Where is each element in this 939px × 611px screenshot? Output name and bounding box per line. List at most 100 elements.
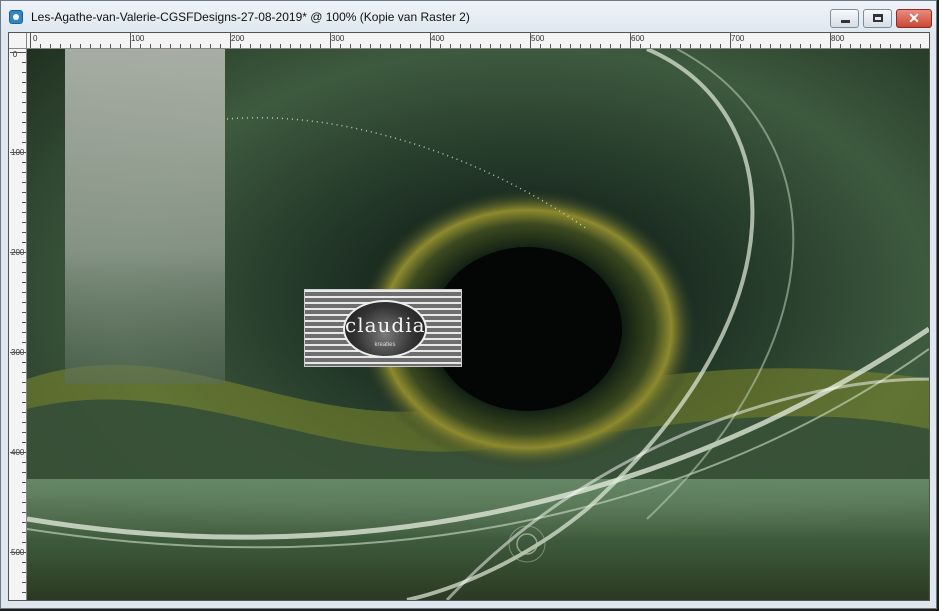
ruler-tick (480, 44, 481, 48)
ruler-tick (570, 44, 571, 48)
ruler-tick (330, 33, 331, 48)
ruler-tick (10, 252, 26, 253)
watermark-logo: claudia kreaties (304, 289, 462, 367)
ruler-tick (470, 44, 471, 48)
ruler-tick (30, 33, 31, 48)
ruler-tick (22, 432, 26, 433)
ruler-tick (22, 122, 26, 123)
maximize-icon (873, 14, 883, 22)
ruler-tick (22, 392, 26, 393)
ruler-tick (10, 552, 26, 553)
ruler-tick (340, 44, 341, 48)
ruler-tick (200, 44, 201, 48)
ruler-tick (690, 44, 691, 48)
ruler-tick (22, 482, 26, 483)
ruler-tick (22, 412, 26, 413)
ruler-tick (120, 44, 121, 48)
ruler-tick (680, 44, 681, 48)
ruler-tick (22, 292, 26, 293)
ruler-tick (600, 44, 601, 48)
artwork-background (27, 49, 929, 600)
ruler-tick (510, 44, 511, 48)
ruler-tick (10, 52, 26, 53)
image-canvas[interactable]: claudia kreaties (27, 49, 929, 600)
ruler-tick (830, 33, 831, 48)
ruler-tick (260, 44, 261, 48)
ruler-label: 100 (11, 149, 24, 157)
ruler-label: 700 (731, 34, 745, 43)
ruler-tick (22, 72, 26, 73)
ruler-label: 0 (33, 34, 38, 43)
ruler-tick (760, 44, 761, 48)
ruler-tick (670, 44, 671, 48)
ruler-tick (650, 44, 651, 48)
ruler-tick (180, 44, 181, 48)
ruler-tick (22, 282, 26, 283)
ruler-tick (800, 44, 801, 48)
ruler-tick (22, 522, 26, 523)
ruler-tick (22, 372, 26, 373)
ruler-tick (230, 33, 231, 48)
ruler-label: 300 (11, 349, 24, 357)
ruler-label: 500 (11, 549, 24, 557)
ruler-tick (22, 512, 26, 513)
ruler-tick (380, 44, 381, 48)
ruler-tick (720, 44, 721, 48)
ruler-tick (360, 44, 361, 48)
ruler-tick (22, 212, 26, 213)
ruler-tick (860, 44, 861, 48)
ruler-tick (22, 242, 26, 243)
ruler-tick (560, 44, 561, 48)
ruler-tick (22, 162, 26, 163)
ruler-tick (22, 112, 26, 113)
ruler-tick (22, 232, 26, 233)
ruler-tick (660, 44, 661, 48)
ruler-tick (320, 44, 321, 48)
ruler-tick (410, 44, 411, 48)
ruler-tick (22, 172, 26, 173)
ruler-label: 400 (11, 449, 24, 457)
ruler-tick (590, 44, 591, 48)
ruler-tick (490, 44, 491, 48)
ruler-tick (790, 44, 791, 48)
horizontal-ruler[interactable]: 0 100 200 300 400 500 600 700 800 (27, 33, 929, 49)
minimize-button[interactable] (830, 9, 859, 28)
ruler-tick (310, 44, 311, 48)
ruler-label: 400 (431, 34, 445, 43)
ruler-tick (22, 102, 26, 103)
ruler-tick (130, 33, 131, 48)
ruler-tick (400, 44, 401, 48)
ruler-tick (22, 312, 26, 313)
ruler-tick (110, 44, 111, 48)
ruler-tick (50, 44, 51, 48)
maximize-button[interactable] (863, 9, 892, 28)
ruler-tick (280, 44, 281, 48)
ruler-tick (750, 44, 751, 48)
title-bar[interactable]: Les-Agathe-van-Valerie-CGSFDesigns-27-08… (1, 1, 936, 33)
ruler-tick (580, 44, 581, 48)
vertical-ruler[interactable]: 0 100 200 300 400 500 (9, 49, 27, 600)
ruler-tick (910, 44, 911, 48)
ruler-label: 300 (331, 34, 345, 43)
ruler-tick (22, 542, 26, 543)
ruler-tick (250, 44, 251, 48)
ruler-corner (9, 33, 27, 49)
ruler-tick (22, 92, 26, 93)
ruler-tick (810, 44, 811, 48)
ruler-tick (22, 442, 26, 443)
ruler-tick (10, 452, 26, 453)
ruler-tick (890, 44, 891, 48)
ruler-tick (22, 462, 26, 463)
psp-app-icon[interactable] (9, 10, 23, 24)
ruler-tick (300, 44, 301, 48)
ruler-tick (370, 44, 371, 48)
ruler-tick (22, 62, 26, 63)
ruler-tick (22, 422, 26, 423)
ruler-label: 800 (831, 34, 845, 43)
ruler-tick (22, 582, 26, 583)
ruler-tick (22, 142, 26, 143)
close-button[interactable]: ✕ (896, 9, 932, 28)
ruler-tick (450, 44, 451, 48)
ruler-tick (420, 44, 421, 48)
ruler-tick (160, 44, 161, 48)
